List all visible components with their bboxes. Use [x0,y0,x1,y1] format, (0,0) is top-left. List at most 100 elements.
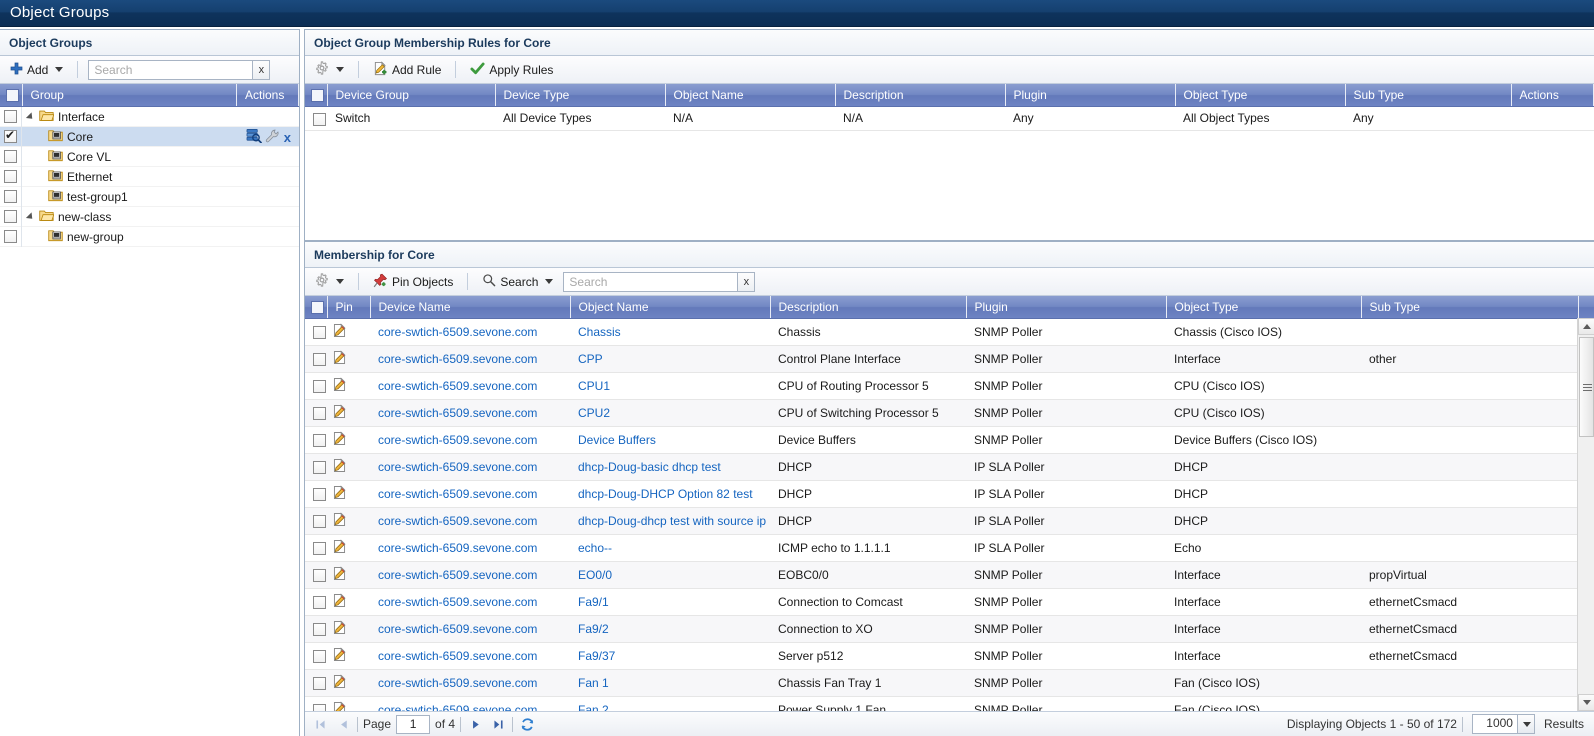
column-header-sub-type[interactable]: Sub Type [1361,296,1579,320]
page-size-dropdown-button[interactable] [1517,714,1535,734]
column-header-object-type[interactable]: Object Type [1166,296,1362,320]
row-checkbox[interactable] [313,353,326,367]
cell-pin[interactable] [327,399,370,428]
object-name-link[interactable]: Fan 2 [578,703,609,711]
table-row[interactable]: core-swtich-6509.sevone.com Fa9/1 Connecti… [305,588,1594,617]
row-checkbox[interactable] [313,515,326,529]
device-name-link[interactable]: core-swtich-6509.sevone.com [378,325,537,339]
table-row[interactable]: core-swtich-6509.sevone.com CPP Control Pl… [305,345,1594,374]
pin-row-icon[interactable] [332,512,347,530]
wrench-icon[interactable] [265,129,279,146]
cell-pin[interactable] [327,534,370,563]
group-search-clear-button[interactable]: x [252,59,271,80]
cell-pin[interactable] [327,561,370,590]
table-row[interactable]: core-swtich-6509.sevone.com dhcp-Doug-dhc… [305,507,1594,536]
tree-row-checkbox[interactable] [4,190,17,204]
pin-row-icon[interactable] [332,350,347,368]
rule-row-checkbox[interactable] [313,112,326,126]
cell-pin[interactable] [327,696,370,711]
rules-settings-button[interactable] [311,59,348,80]
object-name-link[interactable]: Fa9/1 [578,595,609,609]
object-name-link[interactable]: dhcp-Doug-basic dhcp test [578,460,721,474]
table-row[interactable]: core-swtich-6509.sevone.com Fa9/2 Connecti… [305,615,1594,644]
membership-search-input[interactable] [563,271,738,292]
next-page-button[interactable] [466,715,484,733]
membership-vertical-scrollbar[interactable] [1577,318,1594,711]
tree-row-checkbox[interactable] [4,210,17,224]
tree-row-checkbox[interactable] [4,150,17,164]
cell-pin[interactable] [327,588,370,617]
object-name-link[interactable]: Device Buffers [578,433,656,447]
device-name-link[interactable]: core-swtich-6509.sevone.com [378,568,537,582]
object-name-link[interactable]: dhcp-Doug-DHCP Option 82 test [578,487,753,501]
view-objects-icon[interactable] [246,128,262,146]
row-checkbox[interactable] [313,623,326,637]
sidebar-item-interface[interactable]: Interface [22,109,105,125]
cell-pin[interactable] [327,372,370,401]
column-header-actions[interactable]: Actions [236,84,299,108]
object-name-link[interactable]: dhcp-Doug-dhcp test with source ip [578,514,766,528]
sidebar-item-ethernet[interactable]: Ethernet [22,169,112,185]
scroll-down-button[interactable] [1578,694,1594,711]
row-checkbox[interactable] [313,380,326,394]
pin-row-icon[interactable] [332,485,347,503]
expand-arrow-icon[interactable] [25,212,36,222]
column-header-object-name[interactable]: Object Name [570,296,771,320]
group-search-input[interactable] [88,59,253,80]
select-all-groups-checkbox[interactable] [6,89,19,103]
scrollbar-thumb[interactable] [1579,337,1594,437]
pin-row-icon[interactable] [332,620,347,638]
pin-row-icon[interactable] [332,377,347,395]
column-header-plugin[interactable]: Plugin [1005,84,1176,108]
device-name-link[interactable]: core-swtich-6509.sevone.com [378,595,537,609]
object-name-link[interactable]: EO0/0 [578,568,612,582]
column-header-plugin[interactable]: Plugin [966,296,1167,320]
column-header-device-type[interactable]: Device Type [495,84,666,108]
table-row[interactable]: core-swtich-6509.sevone.com EO0/0 EOBC0/0 S… [305,561,1594,590]
table-row[interactable]: Switch All Device Types N/A N/A Any All Objec… [305,106,1594,131]
cell-pin[interactable] [327,426,370,455]
last-page-button[interactable] [489,715,507,733]
column-header-device-group[interactable]: Device Group [327,84,496,108]
device-name-link[interactable]: core-swtich-6509.sevone.com [378,433,537,447]
device-name-link[interactable]: core-swtich-6509.sevone.com [378,541,537,555]
table-row[interactable]: core-swtich-6509.sevone.com echo-- ICMP ec… [305,534,1594,563]
first-page-button[interactable] [311,715,329,733]
cell-pin[interactable] [327,453,370,482]
add-rule-button[interactable]: Add Rule [369,59,445,81]
scroll-up-button[interactable] [1578,318,1594,335]
pin-row-icon[interactable] [332,458,347,476]
row-checkbox[interactable] [313,596,326,610]
pin-row-icon[interactable] [332,323,347,341]
rules-select-all-checkbox[interactable] [311,89,324,103]
sidebar-item-new-class[interactable]: new-class [22,209,111,225]
pin-row-icon[interactable] [332,647,347,665]
cell-pin[interactable] [327,615,370,644]
device-name-link[interactable]: core-swtich-6509.sevone.com [378,703,537,711]
object-name-link[interactable]: echo-- [578,541,612,555]
page-size-select[interactable]: 1000 [1471,714,1535,734]
prev-page-button[interactable] [334,715,352,733]
cell-pin[interactable] [327,507,370,536]
device-name-link[interactable]: core-swtich-6509.sevone.com [378,649,537,663]
sidebar-item-test-group1[interactable]: test-group1 [22,189,128,205]
column-header-description[interactable]: Description [770,296,967,320]
table-row[interactable]: core-swtich-6509.sevone.com dhcp-Doug-bas… [305,453,1594,482]
pin-row-icon[interactable] [332,674,347,692]
membership-settings-button[interactable] [311,271,348,292]
tree-row-checkbox[interactable] [4,128,17,144]
tree-row[interactable]: new-class [0,206,299,228]
row-checkbox[interactable] [313,326,326,340]
column-header-pin[interactable]: Pin [327,296,371,320]
cell-pin[interactable] [327,480,370,509]
pin-row-icon[interactable] [332,566,347,584]
cell-pin[interactable] [327,642,370,671]
device-name-link[interactable]: core-swtich-6509.sevone.com [378,487,537,501]
row-checkbox[interactable] [313,461,326,475]
object-name-link[interactable]: Chassis [578,325,621,339]
table-row[interactable]: core-swtich-6509.sevone.com Device Buffer… [305,426,1594,455]
table-row[interactable]: core-swtich-6509.sevone.com CPU2 CPU of Sw… [305,399,1594,428]
membership-search-button[interactable]: Search [478,271,557,292]
tree-row[interactable]: new-group [0,226,299,248]
pin-row-icon[interactable] [332,539,347,557]
